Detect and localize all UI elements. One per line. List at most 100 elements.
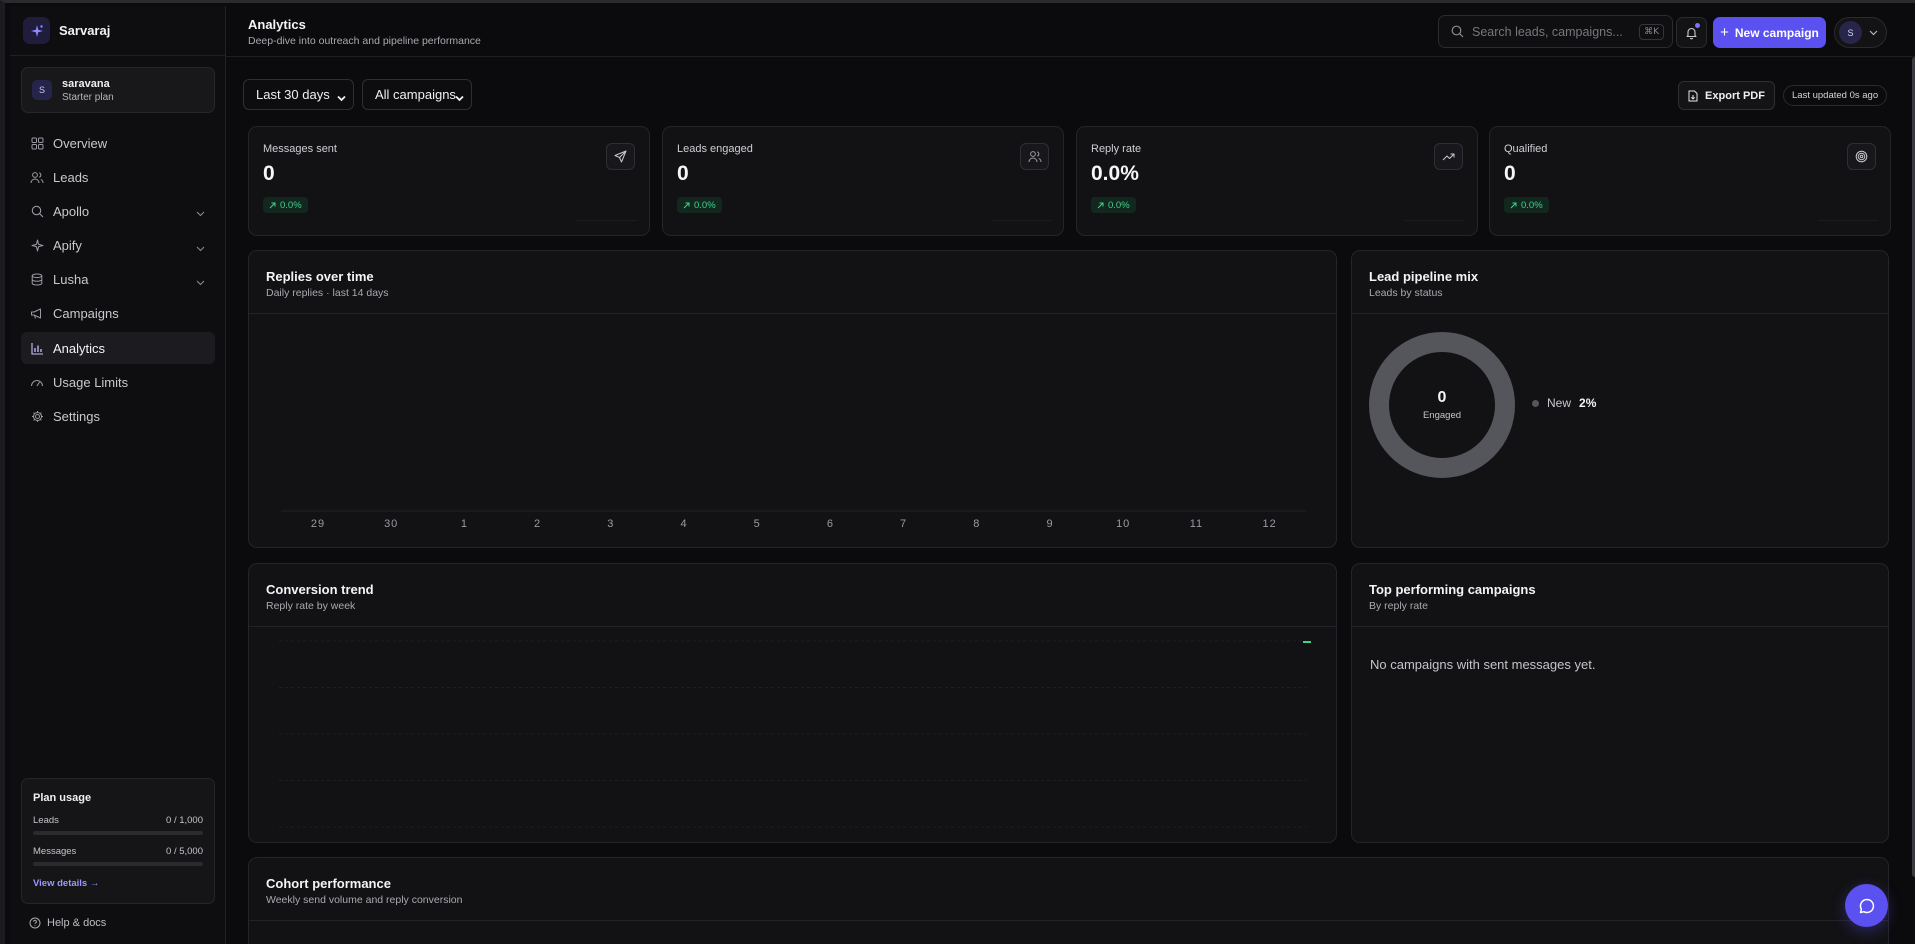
campaign-select[interactable]: All campaigns <box>362 79 472 110</box>
campaign-filter-value: All campaigns <box>375 87 456 102</box>
app-window: Sarvaraj S saravana Starter plan Overvie… <box>0 0 1915 944</box>
sidebar-item-label: Lusha <box>53 272 89 288</box>
legend-percent: 2% <box>1579 396 1597 410</box>
global-search[interactable]: ⌘K <box>1438 15 1673 48</box>
brand-logo-icon <box>23 17 50 44</box>
sidebar-item-label: Overview <box>53 135 108 151</box>
stat-delta: 0.0% <box>280 199 302 211</box>
account-menu[interactable]: S <box>1834 17 1887 48</box>
sidebar-item-analytics[interactable]: Analytics <box>21 332 215 365</box>
stat-value: 0.0% <box>1091 162 1139 185</box>
sidebar-item-leads[interactable]: Leads <box>21 161 215 193</box>
notification-dot <box>1695 23 1700 28</box>
replies-over-time-panel: Replies over time Daily replies · last 1… <box>248 250 1337 548</box>
sparkle-icon <box>30 239 44 253</box>
brand[interactable]: Sarvaraj <box>10 6 225 56</box>
legend-swatch <box>1532 399 1539 407</box>
lead-pipeline-panel: Lead pipeline mix Leads by status 0 Enga… <box>1351 250 1889 548</box>
export-pdf-button[interactable]: Export PDF <box>1678 81 1775 110</box>
megaphone-icon <box>30 307 44 321</box>
notifications-button[interactable] <box>1676 17 1707 48</box>
date-range-select[interactable]: Last 30 days <box>243 79 354 110</box>
chevron-down-icon <box>1869 30 1878 36</box>
send-icon <box>606 143 635 170</box>
chevron-down-icon <box>337 90 346 105</box>
stat-value: 0 <box>677 162 689 185</box>
sparkline-placeholder <box>991 220 1051 221</box>
sidebar-item-apify[interactable]: Apify <box>21 230 215 262</box>
avatar: S <box>1839 21 1862 44</box>
help-docs-link[interactable]: Help & docs <box>29 917 106 929</box>
sidebar-item-label: Analytics <box>53 340 106 356</box>
x-tick-label: 7 <box>900 518 907 530</box>
plan-usage-card: Plan usage Leads 0 / 1,000 Messages 0 / … <box>21 778 215 904</box>
plan-row-messages: Messages 0 / 5,000 <box>33 846 203 857</box>
chevron-down-icon <box>455 90 464 105</box>
panel-title: Lead pipeline mix <box>1369 269 1479 284</box>
legend-label: New <box>1547 396 1572 410</box>
x-tick-label: 10 <box>1116 518 1130 530</box>
panel-title: Replies over time <box>266 269 374 284</box>
stat-delta-badge: 0.0% <box>677 197 722 213</box>
chevron-down-icon[interactable] <box>196 240 205 255</box>
new-campaign-button[interactable]: + New campaign <box>1713 17 1826 48</box>
help-icon <box>29 917 41 929</box>
sparkline-placeholder <box>1405 220 1465 221</box>
stat-delta-badge: 0.0% <box>263 197 308 213</box>
plan-row-value: 0 / 1,000 <box>166 815 203 826</box>
sidebar-item-settings[interactable]: Settings <box>21 401 215 433</box>
plan-row-leads: Leads 0 / 1,000 <box>33 815 203 826</box>
chat-support-button[interactable] <box>1845 884 1888 927</box>
database-icon <box>30 273 44 287</box>
sidebar-item-usage-limits[interactable]: Usage Limits <box>21 366 215 398</box>
target-icon <box>1847 143 1876 170</box>
sidebar-item-campaigns[interactable]: Campaigns <box>21 298 215 330</box>
stat-label: Qualified <box>1504 143 1548 155</box>
panel-subtitle: Weekly send volume and reply conversion <box>266 894 463 906</box>
sidebar-item-overview[interactable]: Overview <box>21 127 215 159</box>
empty-state-message: No campaigns with sent messages yet. <box>1370 657 1596 672</box>
plan-row-value: 0 / 5,000 <box>166 846 203 857</box>
conversion-line-chart <box>279 640 1311 828</box>
x-tick-label: 2 <box>534 518 541 530</box>
panel-subtitle: Reply rate by week <box>266 600 356 612</box>
workspace-switcher[interactable]: S saravana Starter plan <box>21 67 215 113</box>
trending-up-icon <box>1434 143 1463 170</box>
top-campaigns-panel: Top performing campaigns By reply rate N… <box>1351 563 1889 843</box>
panel-subtitle: Leads by status <box>1369 287 1443 299</box>
stat-label: Messages sent <box>263 143 337 155</box>
sidebar-item-lusha[interactable]: Lusha <box>21 264 215 296</box>
search-input[interactable] <box>1472 24 1622 39</box>
sidebar-item-label: Apollo <box>53 203 90 219</box>
arrow-up-right-icon <box>269 202 276 209</box>
chevron-down-icon[interactable] <box>196 274 205 289</box>
plan-row-label: Leads <box>33 815 59 826</box>
panel-title: Top performing campaigns <box>1369 582 1536 597</box>
x-tick-label: 11 <box>1190 518 1203 530</box>
sidebar-item-apollo[interactable]: Apollo <box>21 195 215 227</box>
cohort-performance-panel: Cohort performance Weekly send volume an… <box>248 857 1889 944</box>
stat-value: 0 <box>263 162 275 185</box>
chevron-down-icon[interactable] <box>196 205 205 220</box>
sparkline-placeholder <box>1818 220 1878 221</box>
chat-bubble-icon <box>1858 897 1876 915</box>
stat-delta: 0.0% <box>1108 199 1130 211</box>
last-updated-badge: Last updated 0s ago <box>1783 85 1888 106</box>
plus-icon: + <box>1720 24 1729 41</box>
x-tick-label: 4 <box>680 518 687 530</box>
plan-row-label: Messages <box>33 846 77 857</box>
x-tick-label: 8 <box>973 518 980 530</box>
pipeline-donut-chart: 0 Engaged <box>1368 331 1516 479</box>
replies-bar-chart: 29 30 1 2 3 4 5 6 7 8 9 10 11 12 <box>281 510 1306 530</box>
sidebar-item-label: Settings <box>53 409 100 424</box>
arrow-up-right-icon <box>1097 202 1104 209</box>
user-name: saravana <box>62 77 110 90</box>
stat-delta: 0.0% <box>694 199 716 211</box>
x-tick-label: 9 <box>1046 518 1053 530</box>
users-icon <box>30 170 44 184</box>
users-icon <box>1020 143 1049 170</box>
sidebar-item-label: Campaigns <box>53 306 119 322</box>
plan-usage-title: Plan usage <box>33 792 92 804</box>
stat-delta-badge: 0.0% <box>1504 197 1549 213</box>
view-details-link[interactable]: View details → <box>33 878 203 889</box>
